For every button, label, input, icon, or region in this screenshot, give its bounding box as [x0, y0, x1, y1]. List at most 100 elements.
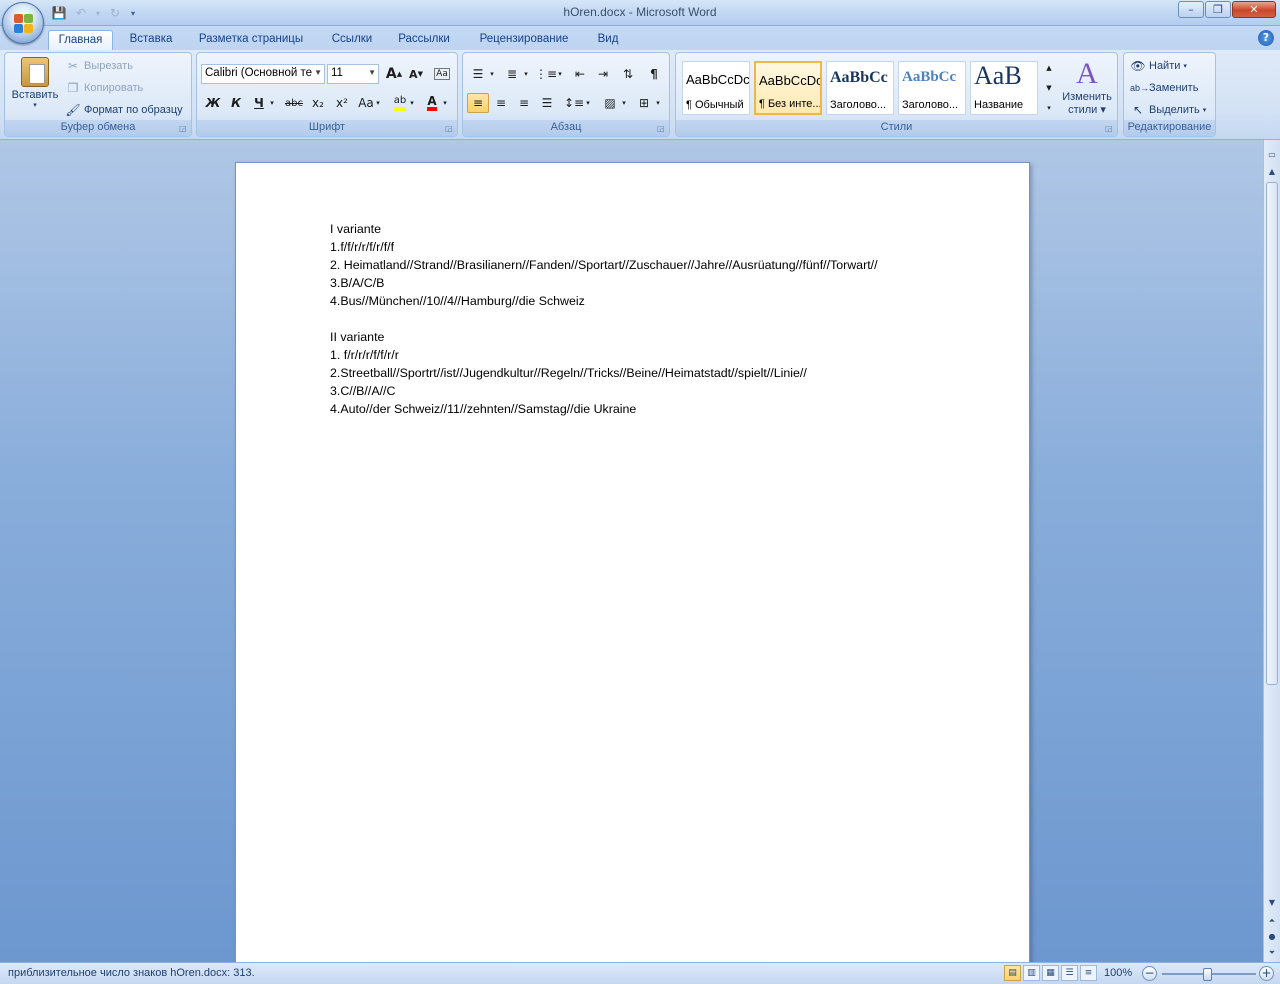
office-button[interactable]	[2, 2, 44, 44]
dialog-launcher-icon[interactable]: ◲	[657, 124, 666, 133]
zoom-slider-thumb[interactable]	[1203, 968, 1212, 981]
italic-button[interactable]: К	[225, 93, 247, 113]
superscript-button[interactable]: x²	[331, 93, 353, 113]
borders-button[interactable]: ⊞	[633, 93, 655, 113]
tab-home[interactable]: Главная	[48, 30, 113, 50]
borders-dropdown-icon[interactable]: ▾	[653, 93, 663, 113]
style-no-spacing[interactable]: AaBbCcDc ¶ Без инте...	[754, 61, 822, 115]
bullets-button[interactable]: ☰	[467, 64, 489, 84]
zoom-out-icon[interactable]: −	[1142, 966, 1157, 981]
clipboard-group-label: Буфер обмена	[5, 120, 191, 136]
browse-object-icon[interactable]: ●	[1266, 930, 1278, 944]
title-bar: 💾 ↶ ▾ ↻ ▾ hOren.docx - Microsoft Word – …	[0, 0, 1280, 26]
style-title[interactable]: AaB Название	[970, 61, 1038, 115]
numbering-dropdown-icon[interactable]: ▾	[521, 64, 531, 84]
maximize-button[interactable]: ❐	[1205, 1, 1231, 18]
change-styles-button[interactable]: A Изменить стили ▾	[1060, 57, 1114, 121]
shading-button[interactable]: ▨	[599, 93, 621, 113]
scrollbar-thumb[interactable]	[1266, 182, 1278, 685]
document-line: 4.Bus//München//10//4//Hamburg//die Schw…	[330, 294, 585, 308]
subscript-button[interactable]: x₂	[307, 93, 329, 113]
numbering-button[interactable]: ≣	[501, 64, 523, 84]
sort-button[interactable]: ⇅	[617, 64, 639, 84]
copy-button[interactable]: ❐ Копировать	[65, 80, 144, 96]
styles-scroll-down-icon[interactable]: ▼	[1042, 79, 1056, 97]
replace-icon: ab→	[1130, 83, 1150, 93]
replace-button[interactable]: ab→ Заменить	[1130, 80, 1198, 96]
word-count-status[interactable]: приблизительное число знаков hOren.docx:…	[8, 967, 255, 979]
next-page-icon[interactable]: ⏷	[1266, 946, 1278, 960]
help-icon[interactable]: ?	[1258, 30, 1274, 46]
outline-icon[interactable]: ☰	[1061, 965, 1078, 981]
tab-view[interactable]: Вид	[588, 30, 628, 50]
web-layout-icon[interactable]: ▦	[1042, 965, 1059, 981]
paste-button[interactable]: Вставить ▾	[9, 57, 61, 117]
align-right-button[interactable]: ≡	[513, 93, 535, 113]
document-body[interactable]: I variante 1.f/f/r/r/f/r/f/f 2. Heimatla…	[330, 220, 878, 418]
draft-icon[interactable]: ≡	[1080, 965, 1097, 981]
change-case-dropdown-icon[interactable]: ▾	[373, 93, 383, 113]
styles-more-icon[interactable]: ▾	[1042, 99, 1056, 117]
increase-indent-button[interactable]: ⇥	[592, 64, 614, 84]
tab-mailings[interactable]: Рассылки	[390, 30, 458, 50]
document-area: I variante 1.f/f/r/r/f/r/f/f 2. Heimatla…	[0, 140, 1263, 962]
dialog-launcher-icon[interactable]: ◲	[1105, 124, 1114, 133]
shading-dropdown-icon[interactable]: ▾	[619, 93, 629, 113]
align-center-button[interactable]: ≡	[490, 93, 512, 113]
justify-button[interactable]: ☰	[536, 93, 558, 113]
replace-label: Заменить	[1149, 82, 1199, 94]
grow-font-button[interactable]: A ▲	[383, 64, 405, 84]
multilevel-dropdown-icon[interactable]: ▾	[555, 64, 565, 84]
highlight-dropdown-icon[interactable]: ▾	[407, 93, 417, 113]
vertical-scrollbar[interactable]: ▭ ▲ ▼ ⏶ ● ⏷	[1263, 140, 1280, 962]
styles-scroll-up-icon[interactable]: ▲	[1042, 59, 1056, 77]
previous-page-icon[interactable]: ⏶	[1266, 914, 1278, 928]
bold-button[interactable]: Ж	[202, 93, 224, 113]
format-painter-button[interactable]: 🖌 Формат по образцу	[65, 102, 182, 118]
zoom-level[interactable]: 100%	[1104, 967, 1132, 979]
ruler-toggle-icon[interactable]: ▭	[1266, 148, 1278, 162]
tab-references[interactable]: Ссылки	[322, 30, 382, 50]
cut-button[interactable]: ✂ Вырезать	[65, 58, 133, 74]
decrease-indent-button[interactable]: ⇤	[569, 64, 591, 84]
grow-font-label: A	[385, 66, 397, 82]
close-button[interactable]: ✕	[1232, 1, 1276, 18]
scroll-down-icon[interactable]: ▼	[1266, 896, 1278, 910]
multilevel-list-button[interactable]: ⋮≡	[535, 64, 557, 84]
tab-review[interactable]: Рецензирование	[468, 30, 580, 50]
font-name-value: Calibri (Основной те	[205, 67, 313, 79]
chevron-down-icon: ▼	[368, 68, 376, 77]
clear-formatting-button[interactable]: Aa	[431, 64, 453, 84]
line-spacing-button[interactable]: ↕≡	[563, 93, 585, 113]
style-normal[interactable]: AaBbCcDc ¶ Обычный	[682, 61, 750, 115]
align-left-button[interactable]: ≡	[467, 93, 489, 113]
shrink-font-button[interactable]: A ▼	[405, 64, 427, 84]
font-size-value: 11	[331, 67, 343, 79]
style-heading-1[interactable]: AaBbCc Заголово...	[826, 61, 894, 115]
print-layout-icon[interactable]: ▤	[1004, 965, 1021, 981]
cut-label: Вырезать	[84, 60, 133, 72]
minimize-button[interactable]: –	[1178, 1, 1204, 18]
document-page[interactable]: I variante 1.f/f/r/r/f/r/f/f 2. Heimatla…	[235, 162, 1030, 962]
scroll-up-icon[interactable]: ▲	[1266, 165, 1278, 179]
zoom-in-icon[interactable]: +	[1259, 966, 1274, 981]
bullets-dropdown-icon[interactable]: ▾	[487, 64, 497, 84]
dialog-launcher-icon[interactable]: ◲	[445, 124, 454, 133]
full-screen-reading-icon[interactable]: ▥	[1023, 965, 1040, 981]
line-spacing-dropdown-icon[interactable]: ▾	[583, 93, 593, 113]
tab-page-layout[interactable]: Разметка страницы	[190, 30, 312, 50]
cursor-arrow-icon: ↖	[1132, 103, 1144, 117]
find-button[interactable]: 👁 Найти ▾	[1130, 58, 1187, 74]
dialog-launcher-icon[interactable]: ◲	[179, 124, 188, 133]
strikethrough-button[interactable]: abc	[283, 93, 305, 113]
show-marks-button[interactable]: ¶	[643, 64, 665, 84]
style-heading-2[interactable]: AaBbCc Заголово...	[898, 61, 966, 115]
font-color-dropdown-icon[interactable]: ▾	[440, 93, 450, 113]
font-size-combo[interactable]: 11 ▼	[327, 64, 379, 84]
style-sample: AaBbCc	[830, 69, 888, 86]
document-line: 3.B/A/C/B	[330, 276, 385, 290]
select-button[interactable]: ↖ Выделить ▾	[1130, 102, 1206, 118]
underline-dropdown-icon[interactable]: ▾	[267, 93, 277, 113]
tab-insert[interactable]: Вставка	[120, 30, 182, 50]
font-name-combo[interactable]: Calibri (Основной те ▼	[201, 64, 325, 84]
